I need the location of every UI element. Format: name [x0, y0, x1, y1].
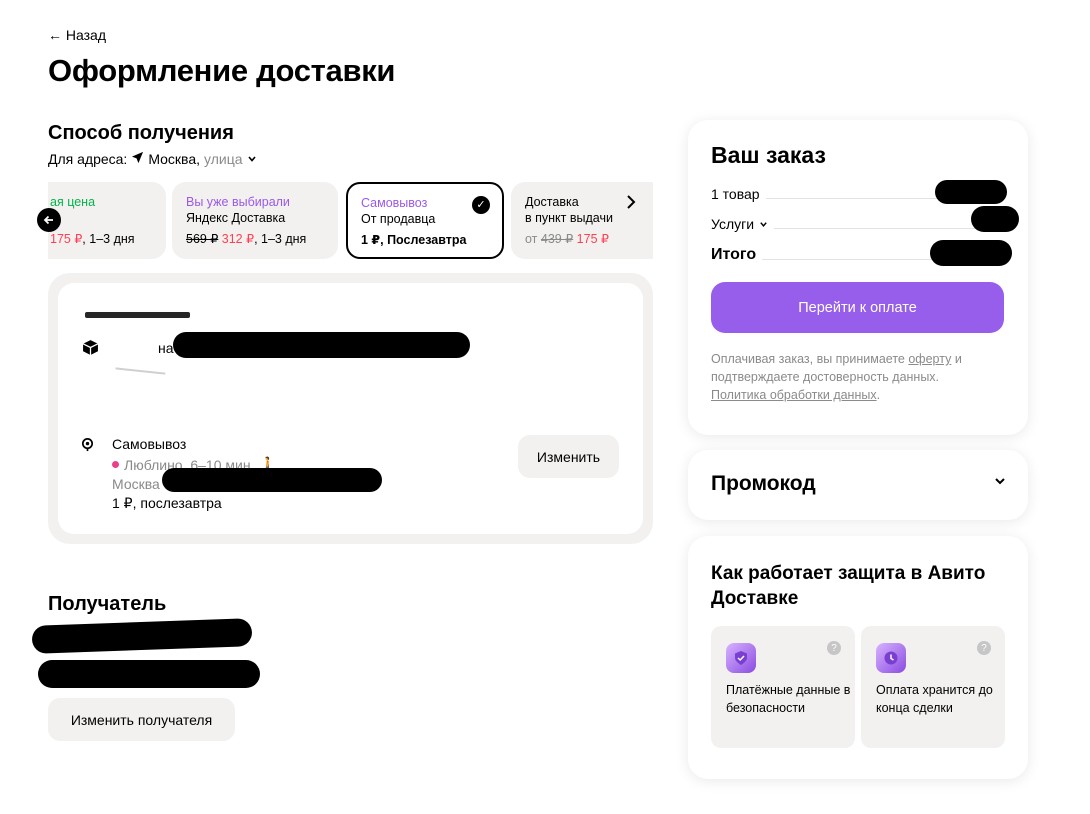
option-price: 175 ₽: [576, 232, 609, 246]
option-label: ая цена: [50, 195, 96, 209]
redacted-recipient: [38, 660, 260, 688]
option-term: , 1–3 дня: [254, 232, 307, 246]
chevron-down-icon: [994, 474, 1006, 492]
question-icon[interactable]: ?: [827, 641, 841, 655]
redacted-recipient: [31, 618, 253, 654]
pickup-title: Самовывоз: [112, 436, 187, 452]
order-services-label: Услуги: [711, 216, 755, 232]
location-pin-icon: [80, 437, 95, 456]
delivery-option-card-selected[interactable]: Самовывоз От продавца 1 ₽, Послезавтра ✓: [346, 182, 504, 259]
option-term: , 1–3 дня: [82, 232, 135, 246]
option-old-price: 439 ₽: [540, 232, 574, 246]
address-city: Москва,: [148, 151, 201, 167]
protection-tile-text: Оплата хранится до конца сделки: [876, 683, 993, 715]
pickup-city: Москва: [112, 476, 160, 492]
option-provider: Яндекс Доставка: [186, 211, 286, 225]
option-price: 175 ₽: [50, 232, 83, 246]
legal-text-end: .: [876, 388, 881, 402]
order-total-label: Итого: [711, 246, 757, 263]
check-icon: ✓: [472, 196, 490, 214]
back-link[interactable]: ← Назад: [48, 27, 106, 43]
legal-text-1: Оплачивая заказ, вы принимаете: [711, 352, 905, 366]
protection-tile[interactable]: ? Платёжные данные в безопасности: [711, 626, 855, 748]
option-provider: От продавца: [361, 212, 436, 226]
redacted-price: [930, 240, 1012, 266]
option-price-prefix: от: [525, 232, 538, 246]
change-recipient-button[interactable]: Изменить получателя: [48, 698, 235, 741]
protection-tile[interactable]: ? Оплата хранится до конца сделки: [861, 626, 1005, 748]
pay-button[interactable]: Перейти к оплате: [711, 282, 1004, 333]
privacy-policy-link[interactable]: Политика обработки данных: [711, 388, 877, 402]
delivery-option-card[interactable]: ая цена 175 ₽, 1–3 дня: [48, 182, 166, 259]
option-price: 312 ₽: [221, 232, 255, 246]
package-text: на: [158, 340, 174, 356]
shield-check-icon: [726, 643, 756, 673]
redacted-text: [85, 312, 190, 318]
delivery-method-heading: Способ получения: [48, 122, 234, 144]
chevron-down-icon: [759, 216, 768, 232]
recipient-heading: Получатель: [48, 593, 167, 615]
redacted-price: [971, 206, 1019, 232]
option-label: Самовывоз: [361, 196, 428, 210]
address-selector[interactable]: Для адреса: Москва, улица: [48, 151, 257, 167]
order-services-row[interactable]: Услуги: [711, 216, 1005, 232]
legal-text: Оплачивая заказ, вы принимаете оферту и …: [711, 350, 1007, 404]
promo-title: Промокод: [711, 472, 816, 495]
protection-title: Как работает защита в Авито Доставке: [711, 563, 986, 609]
option-label: Вы уже выбирали: [186, 195, 290, 209]
carousel-prev-button[interactable]: [37, 208, 61, 232]
address-prefix: Для адреса:: [48, 151, 128, 167]
chevron-down-icon: [247, 151, 257, 167]
offer-link[interactable]: оферту: [908, 352, 951, 366]
delivery-protection-card: Как работает защита в Авито Доставке ? П…: [688, 536, 1028, 779]
page-title: Оформление доставки: [48, 53, 396, 88]
order-summary-card: Ваш заказ 1 товар Услуги Итого Перейти к…: [688, 120, 1028, 435]
change-pickup-button[interactable]: Изменить: [518, 435, 619, 478]
package-icon: [82, 339, 99, 360]
clock-icon: [876, 643, 906, 673]
address-street: улица: [204, 151, 243, 167]
option-price: 1 ₽, Послезавтра: [361, 233, 467, 247]
pickup-price: 1 ₽, послезавтра: [112, 495, 222, 511]
delivery-option-card[interactable]: Вы уже выбирали Яндекс Доставка 569 ₽ 31…: [172, 182, 338, 259]
redacted-address: [173, 332, 470, 358]
location-arrow-icon: [131, 151, 144, 167]
option-old-price: 569 ₽: [186, 232, 219, 246]
redacted-price: [935, 180, 1007, 204]
promo-code-card[interactable]: Промокод: [688, 450, 1028, 520]
metro-dot-icon: [112, 461, 119, 468]
order-title: Ваш заказ: [711, 142, 826, 168]
delivery-options-carousel: ая цена 175 ₽, 1–3 дня Вы уже выбирали Я…: [48, 182, 653, 259]
question-icon[interactable]: ?: [977, 641, 991, 655]
redacted-address: [162, 468, 382, 492]
carousel-next-button[interactable]: [624, 193, 638, 216]
protection-tile-text: Платёжные данные в безопасности: [726, 683, 851, 715]
order-items-label: 1 товар: [711, 186, 760, 202]
